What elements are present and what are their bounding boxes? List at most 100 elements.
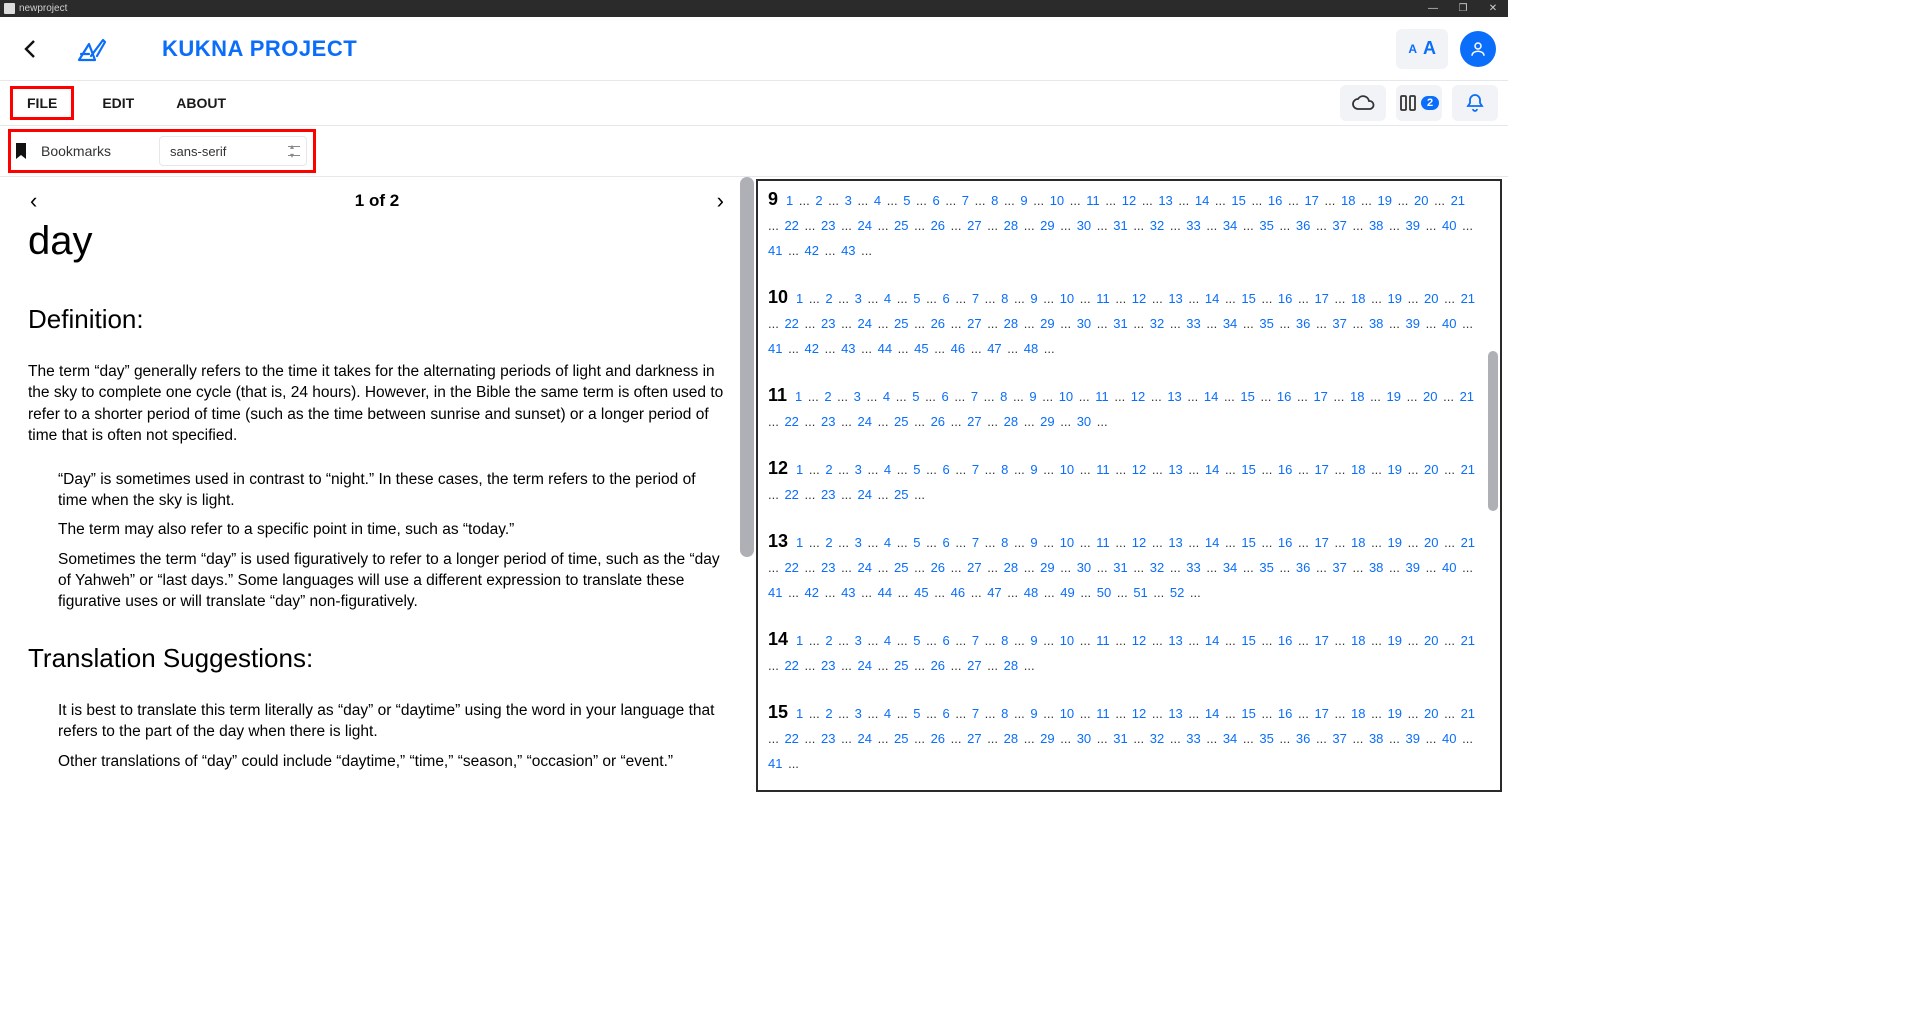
verse-link[interactable]: 40 — [1442, 316, 1456, 331]
verse-link[interactable]: 18 — [1351, 291, 1365, 306]
verse-link[interactable]: 14 — [1204, 389, 1218, 404]
verse-link[interactable]: 15 — [1241, 291, 1255, 306]
verse-link[interactable]: 39 — [1405, 316, 1419, 331]
verse-link[interactable]: 7 — [972, 535, 979, 550]
verse-link[interactable]: 25 — [894, 316, 908, 331]
verse-link[interactable]: 11 — [1096, 291, 1110, 306]
verse-link[interactable]: 19 — [1378, 193, 1392, 208]
verse-link[interactable]: 10 — [1050, 193, 1064, 208]
verse-link[interactable]: 47 — [987, 585, 1001, 600]
verse-link[interactable]: 25 — [894, 414, 908, 429]
verse-link[interactable]: 21 — [1461, 535, 1475, 550]
verse-link[interactable]: 31 — [1113, 560, 1127, 575]
verse-link[interactable]: 29 — [1040, 218, 1054, 233]
verse-link[interactable]: 27 — [967, 731, 981, 746]
verse-link[interactable]: 33 — [1186, 316, 1200, 331]
verse-link[interactable]: 10 — [1060, 462, 1074, 477]
verse-link[interactable]: 3 — [855, 633, 862, 648]
verse-link[interactable]: 26 — [931, 414, 945, 429]
verse-link[interactable]: 35 — [1259, 560, 1273, 575]
font-size-button[interactable]: A A — [1396, 29, 1448, 69]
verse-link[interactable]: 29 — [1040, 316, 1054, 331]
verse-link[interactable]: 38 — [1369, 218, 1383, 233]
verse-link[interactable]: 33 — [1186, 218, 1200, 233]
verse-link[interactable]: 30 — [1077, 218, 1091, 233]
right-scrollbar[interactable] — [1488, 351, 1498, 511]
verse-link[interactable]: 27 — [967, 218, 981, 233]
verse-link[interactable]: 17 — [1314, 706, 1328, 721]
verse-link[interactable]: 26 — [931, 560, 945, 575]
verse-link[interactable]: 7 — [972, 633, 979, 648]
verse-link[interactable]: 26 — [931, 316, 945, 331]
verse-link[interactable]: 34 — [1223, 560, 1237, 575]
verse-link[interactable]: 15 — [1241, 706, 1255, 721]
verse-link[interactable]: 9 — [1030, 633, 1037, 648]
verse-link[interactable]: 2 — [825, 291, 832, 306]
verse-link[interactable]: 20 — [1424, 462, 1438, 477]
verse-link[interactable]: 35 — [1259, 218, 1273, 233]
verse-link[interactable]: 38 — [1369, 731, 1383, 746]
verse-link[interactable]: 15 — [1240, 389, 1254, 404]
verse-link[interactable]: 28 — [1004, 658, 1018, 673]
verse-link[interactable]: 10 — [1060, 633, 1074, 648]
verse-link[interactable]: 39 — [1405, 731, 1419, 746]
verse-link[interactable]: 15 — [1241, 462, 1255, 477]
verse-link[interactable]: 37 — [1332, 316, 1346, 331]
verse-link[interactable]: 23 — [821, 731, 835, 746]
pager-prev[interactable]: ‹ — [30, 188, 37, 214]
verse-link[interactable]: 2 — [825, 535, 832, 550]
verse-link[interactable]: 49 — [1060, 585, 1074, 600]
verse-link[interactable]: 13 — [1168, 633, 1182, 648]
verse-link[interactable]: 23 — [821, 658, 835, 673]
verse-link[interactable]: 16 — [1278, 462, 1292, 477]
verse-link[interactable]: 12 — [1132, 462, 1146, 477]
verse-link[interactable]: 13 — [1168, 535, 1182, 550]
verse-link[interactable]: 51 — [1133, 585, 1147, 600]
verse-link[interactable]: 3 — [855, 291, 862, 306]
verse-link[interactable]: 19 — [1388, 291, 1402, 306]
verse-link[interactable]: 25 — [894, 731, 908, 746]
verse-link[interactable]: 27 — [967, 316, 981, 331]
verse-link[interactable]: 35 — [1259, 316, 1273, 331]
verse-link[interactable]: 16 — [1268, 193, 1282, 208]
verse-link[interactable]: 25 — [894, 658, 908, 673]
verse-link[interactable]: 2 — [825, 462, 832, 477]
verse-link[interactable]: 20 — [1424, 706, 1438, 721]
verse-link[interactable]: 12 — [1132, 633, 1146, 648]
notifications-button[interactable] — [1452, 85, 1498, 121]
verse-link[interactable]: 41 — [768, 756, 782, 771]
verse-link[interactable]: 12 — [1132, 706, 1146, 721]
verse-link[interactable]: 24 — [858, 658, 872, 673]
verse-link[interactable]: 21 — [1461, 291, 1475, 306]
verse-link[interactable]: 13 — [1168, 462, 1182, 477]
verse-link[interactable]: 16 — [1278, 706, 1292, 721]
verse-link[interactable]: 9 — [1029, 389, 1036, 404]
verse-link[interactable]: 18 — [1351, 462, 1365, 477]
verse-link[interactable]: 17 — [1313, 389, 1327, 404]
verse-link[interactable]: 14 — [1205, 462, 1219, 477]
verse-link[interactable]: 19 — [1387, 389, 1401, 404]
verse-link[interactable]: 22 — [784, 560, 798, 575]
verse-link[interactable]: 19 — [1388, 633, 1402, 648]
verse-link[interactable]: 10 — [1059, 389, 1073, 404]
verse-link[interactable]: 12 — [1132, 291, 1146, 306]
verse-link[interactable]: 24 — [858, 316, 872, 331]
verse-link[interactable]: 22 — [784, 658, 798, 673]
verse-link[interactable]: 19 — [1388, 535, 1402, 550]
verse-link[interactable]: 7 — [971, 389, 978, 404]
verse-link[interactable]: 9 — [1020, 193, 1027, 208]
verse-link[interactable]: 7 — [972, 706, 979, 721]
window-minimize[interactable]: — — [1418, 0, 1448, 17]
verse-link[interactable]: 27 — [967, 414, 981, 429]
verse-link[interactable]: 25 — [894, 560, 908, 575]
verse-link[interactable]: 22 — [784, 218, 798, 233]
cloud-sync-button[interactable] — [1340, 85, 1386, 121]
verse-link[interactable]: 44 — [878, 585, 892, 600]
verse-link[interactable]: 12 — [1131, 389, 1145, 404]
verse-link[interactable]: 26 — [931, 658, 945, 673]
verse-link[interactable]: 16 — [1277, 389, 1291, 404]
verse-link[interactable]: 28 — [1004, 731, 1018, 746]
verse-link[interactable]: 16 — [1278, 535, 1292, 550]
verse-link[interactable]: 10 — [1060, 706, 1074, 721]
verse-link[interactable]: 21 — [1451, 193, 1465, 208]
